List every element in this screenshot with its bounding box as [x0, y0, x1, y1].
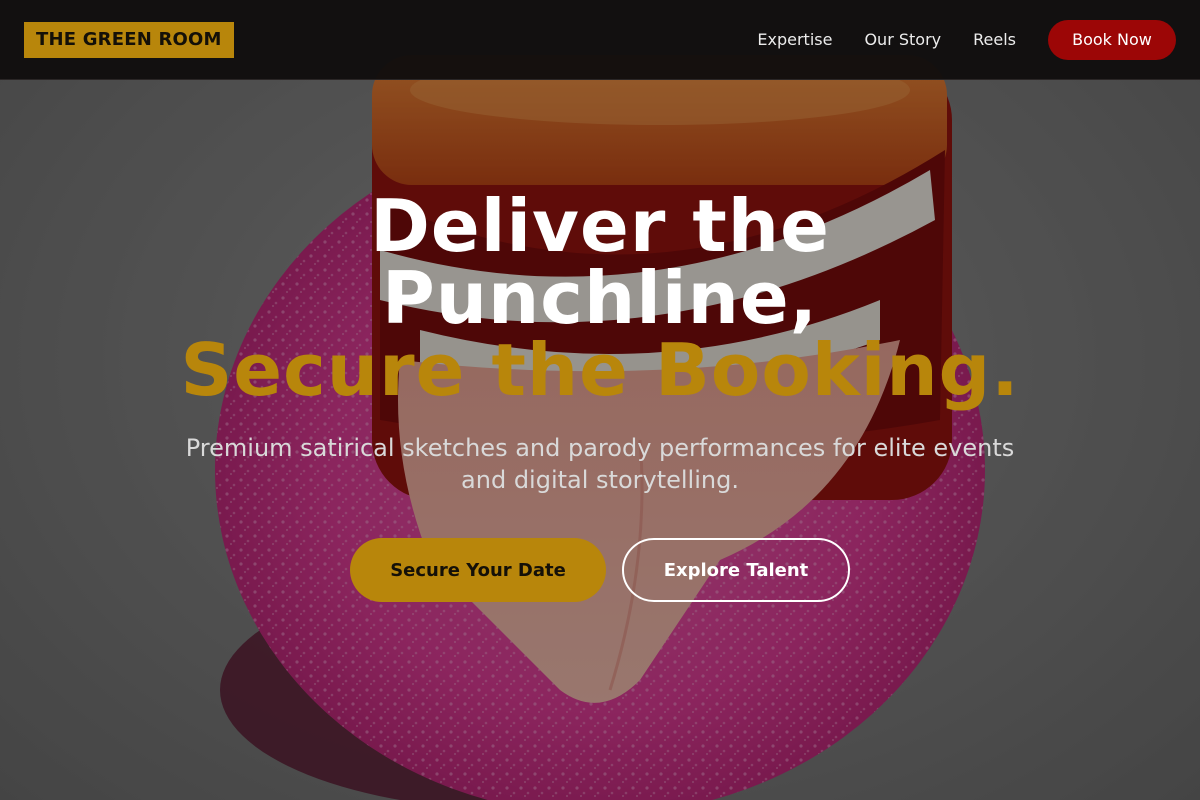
hero-headline: Deliver the Punchline, Secure the Bookin…: [0, 190, 1200, 406]
nav-link-reels[interactable]: Reels: [973, 30, 1016, 49]
logo[interactable]: THE GREEN ROOM: [24, 21, 234, 58]
hero-content: Deliver the Punchline, Secure the Bookin…: [0, 190, 1200, 602]
cta-row: Secure Your Date Explore Talent: [0, 538, 1200, 602]
headline-accent: Secure the Booking.: [180, 328, 1020, 412]
nav-link-our-story[interactable]: Our Story: [864, 30, 941, 49]
hero-subtitle: Premium satirical sketches and parody pe…: [185, 434, 1015, 494]
explore-talent-button[interactable]: Explore Talent: [622, 538, 850, 602]
navbar: THE GREEN ROOM Expertise Our Story Reels…: [0, 0, 1200, 80]
secure-your-date-button[interactable]: Secure Your Date: [350, 538, 606, 602]
headline-line-2: Punchline,: [381, 256, 819, 340]
book-now-button[interactable]: Book Now: [1048, 19, 1176, 60]
nav-link-expertise[interactable]: Expertise: [757, 30, 832, 49]
headline-line-1: Deliver the: [370, 184, 830, 268]
nav-links: Expertise Our Story Reels Book Now: [757, 19, 1176, 60]
